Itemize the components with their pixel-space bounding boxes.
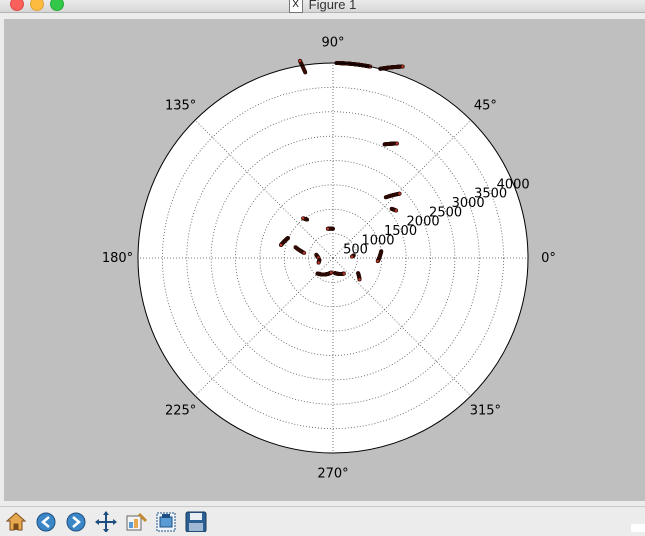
theta-tick-label: 270° xyxy=(317,466,348,481)
data-point xyxy=(316,260,321,265)
back-icon xyxy=(36,512,56,532)
back-button[interactable] xyxy=(34,510,58,532)
data-point xyxy=(375,259,380,264)
data-point xyxy=(394,208,399,213)
data-point xyxy=(302,250,307,255)
save-icon xyxy=(185,511,207,533)
save-button[interactable] xyxy=(184,510,208,533)
data-point xyxy=(395,141,399,146)
home-button[interactable] xyxy=(4,510,28,532)
window-title: Figure 1 xyxy=(308,0,357,12)
data-point xyxy=(397,191,402,196)
data-point xyxy=(341,271,346,276)
data-point xyxy=(329,270,334,275)
data-point xyxy=(301,216,306,221)
theta-tick-label: 315° xyxy=(470,403,501,418)
window-title-group: X Figure 1 xyxy=(0,0,645,13)
theta-tick-label: 0° xyxy=(541,251,556,266)
zoom-to-rect-button[interactable] xyxy=(154,510,178,532)
theta-tick-label: 135° xyxy=(165,99,196,114)
navigation-toolbar xyxy=(0,506,645,533)
home-icon xyxy=(5,512,27,531)
theta-tick-label: 180° xyxy=(102,251,133,266)
configure-subplots-button[interactable] xyxy=(124,510,148,532)
forward-icon xyxy=(66,512,86,532)
x11-logo-icon: X xyxy=(288,0,303,13)
theta-tick-label: 90° xyxy=(321,36,344,51)
polar-plot: 0°45°90°135°180°225°270°315°500100015002… xyxy=(102,36,556,482)
figure-canvas: 0° 45° 90° 135° 180° 225° 270° 315° 500 1000 1500 2… xyxy=(4,19,645,501)
window-titlebar: X Figure 1 xyxy=(0,0,645,13)
pan-button[interactable] xyxy=(94,510,118,533)
data-point xyxy=(357,277,362,282)
data-point xyxy=(298,58,302,63)
configure-subplots-icon xyxy=(126,512,148,531)
forward-button[interactable] xyxy=(64,510,88,532)
data-point xyxy=(325,226,330,231)
theta-tick-label: 225° xyxy=(165,403,196,418)
data-point xyxy=(279,243,283,247)
zoom-to-rect-icon xyxy=(156,512,176,532)
data-point xyxy=(400,64,405,69)
r-tick-label: 4000 xyxy=(497,177,530,192)
theta-tick-label: 45° xyxy=(474,99,497,114)
pan-icon xyxy=(95,511,117,533)
